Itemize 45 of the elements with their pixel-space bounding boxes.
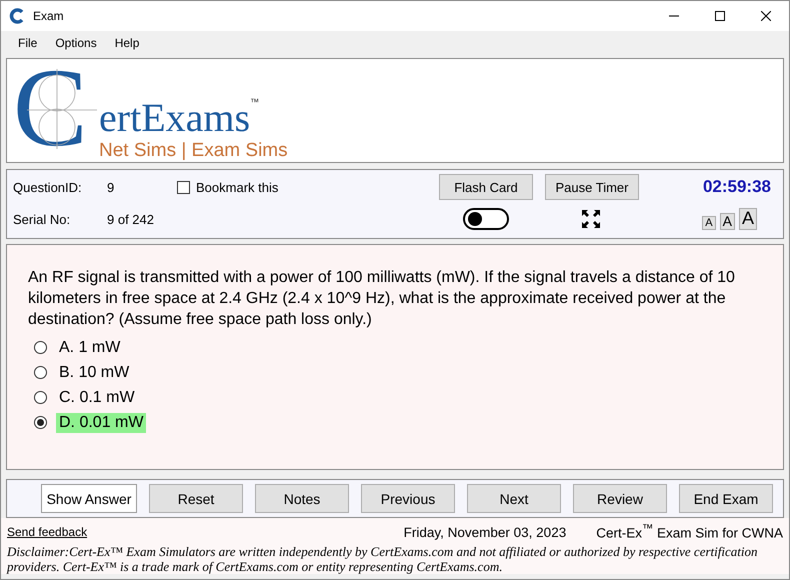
pause-timer-button[interactable]: Pause Timer	[545, 174, 639, 200]
logo-letter: C	[13, 66, 97, 152]
action-button[interactable]: Reset	[149, 484, 243, 513]
question-id-value: 9	[107, 180, 116, 194]
logo-wordmark: ertExams	[99, 95, 250, 140]
logo-tagline: Net Sims | Exam Sims	[99, 140, 288, 162]
menu-item[interactable]: File	[9, 36, 46, 50]
action-button[interactable]: Review	[573, 484, 667, 513]
question-id-label: QuestionID:	[13, 180, 83, 194]
radio-button[interactable]	[34, 391, 47, 404]
font-size-button[interactable]: A	[738, 208, 757, 230]
font-size-button[interactable]: A	[720, 212, 735, 230]
action-button[interactable]: Notes	[255, 484, 349, 513]
bookmark-checkbox[interactable]	[177, 180, 190, 194]
close-icon[interactable]	[761, 11, 771, 21]
countdown-timer: 02:59:38	[702, 177, 771, 197]
maximize-icon[interactable]	[715, 11, 725, 21]
app-icon	[9, 8, 25, 24]
menu-item[interactable]: Options	[46, 36, 106, 50]
action-button[interactable]: End Exam	[679, 484, 773, 513]
action-button[interactable]: Next	[467, 484, 561, 513]
trademark-sign: ™	[250, 97, 260, 107]
bookmark-label: Bookmark this	[196, 180, 278, 194]
answer-option[interactable]: A. 1 mW	[56, 338, 124, 358]
radio-button[interactable]	[34, 366, 47, 379]
action-button[interactable]: Previous	[361, 484, 455, 513]
date-text: Friday, November 03, 2023	[404, 524, 566, 540]
radio-button[interactable]	[34, 416, 47, 429]
answer-option[interactable]: B. 10 mW	[56, 362, 132, 382]
window-title: Exam	[33, 9, 65, 23]
serial-label: Serial No:	[13, 212, 72, 226]
question-text: An RF signal is transmitted with a power of 100 milliwatts (mW). If the signal travels a distance of 10 kilometers in free space at 2.4 GHz (2.4 x 10^9 Hz), what is the approximate received power at the destination? (Assume free space path loss only.)	[28, 268, 736, 330]
radio-button[interactable]	[34, 341, 47, 354]
disclaimer-text: Disclaimer:Cert-Ex™ Exam Simulators are written independently by CertExams.com and not affiliated or authorized by respective certification providers. Cert-Ex™ is a trade mark of CertExams.com or entity representing CertExams.com.	[7, 544, 758, 574]
answer-option[interactable]: D. 0.01 mW	[56, 412, 146, 432]
product-name: Cert-Ex$^{™}$ Exam Sim for CWNA	[596, 523, 783, 541]
serial-value: 9 of 242	[107, 212, 155, 226]
menu-item[interactable]: Help	[106, 36, 148, 50]
font-size-button[interactable]: A	[702, 216, 716, 230]
action-button[interactable]: Show Answer	[41, 484, 137, 513]
feedback-link[interactable]: Send feedback	[7, 525, 404, 539]
toggle-switch[interactable]	[463, 208, 509, 230]
answer-option[interactable]: C. 0.1 mW	[56, 388, 138, 408]
flash-card-button[interactable]: Flash Card	[439, 174, 533, 200]
fullscreen-icon[interactable]	[581, 209, 601, 229]
